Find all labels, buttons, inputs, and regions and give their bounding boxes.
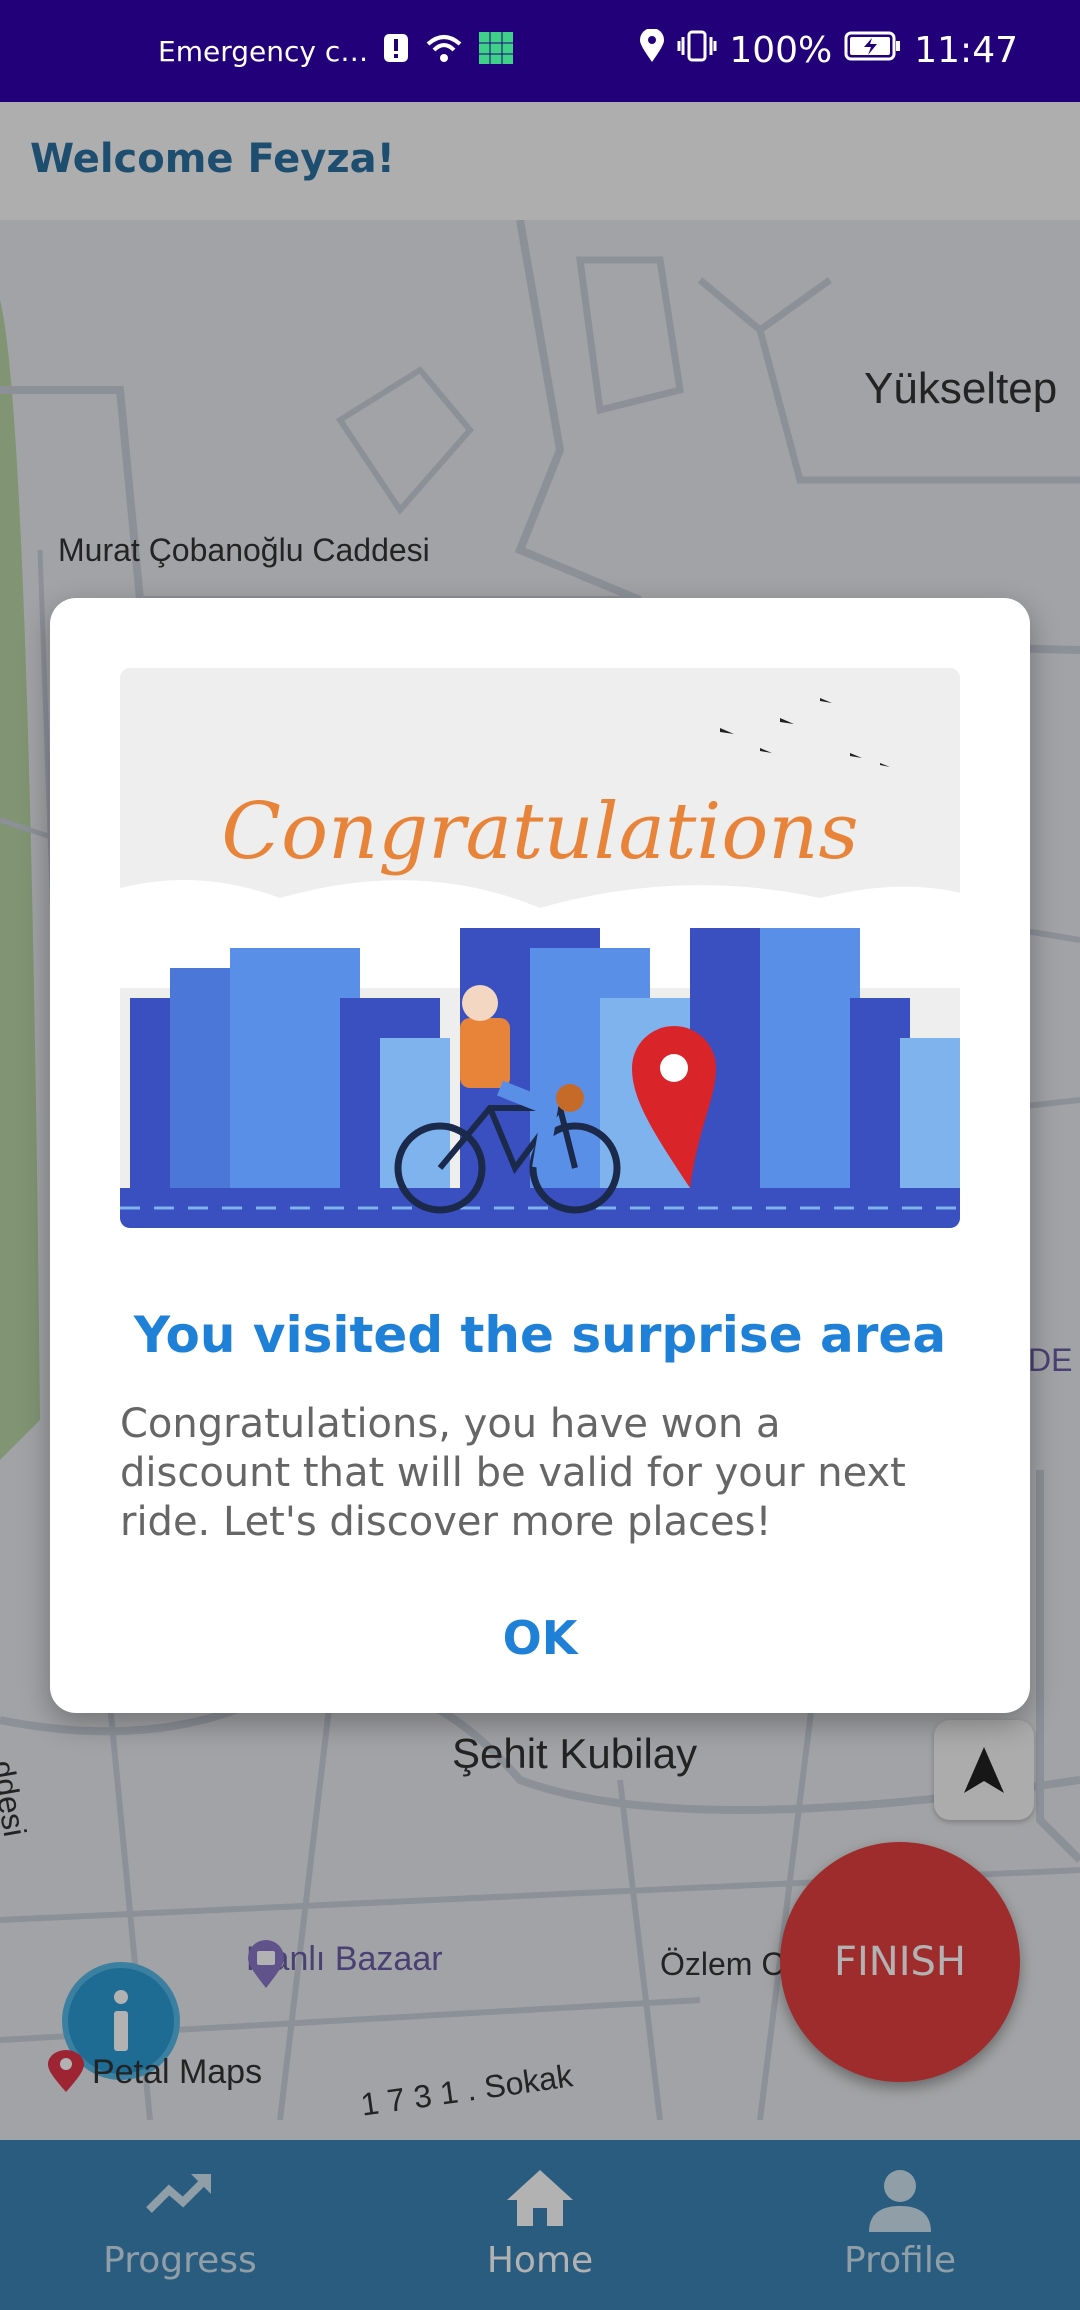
app-header: Welcome Feyza! <box>0 102 1080 220</box>
shopping-bag-icon <box>248 1940 284 1988</box>
welcome-title: Welcome Feyza! <box>30 136 395 182</box>
map-attribution: Petal Maps <box>46 2050 262 2094</box>
finish-button[interactable]: FINISH <box>780 1842 1020 2082</box>
nav-label: Home <box>486 2240 594 2281</box>
trending-up-icon <box>146 2174 211 2213</box>
map-poi-label: Hanlı Bazaar <box>246 1940 443 1988</box>
surprise-dialog: Congratulations You visited the surprise… <box>50 598 1030 1713</box>
nav-label: Profile <box>844 2240 956 2281</box>
location-icon <box>639 27 665 72</box>
dialog-message: Congratulations, you have won a discount… <box>120 1401 906 1545</box>
nav-item-home[interactable]: Home <box>410 2140 670 2310</box>
wifi-icon <box>424 32 464 71</box>
nav-label: Progress <box>103 2240 257 2281</box>
person-icon <box>869 2170 931 2232</box>
dialog-title: You visited the surprise area <box>133 1306 947 1364</box>
battery-percent: 100% <box>729 29 833 71</box>
nav-item-progress[interactable]: Progress <box>50 2140 310 2310</box>
status-bar: Emergency c… 100% 11:47 <box>0 0 1080 102</box>
sim-icon <box>478 31 514 72</box>
clock: 11:47 <box>914 29 1018 71</box>
vibrate-icon <box>677 29 717 72</box>
illustration-caption: Congratulations <box>221 787 858 877</box>
home-icon <box>507 2170 573 2226</box>
info-icon <box>114 1990 128 2051</box>
map-label-district: Şehit Kubilay <box>452 1730 698 1777</box>
my-location-button[interactable] <box>934 1720 1034 1820</box>
battery-icon <box>844 30 902 71</box>
ok-button[interactable]: OK <box>440 1588 640 1688</box>
alert-icon <box>382 32 410 71</box>
bottom-nav: Progress Home Profile <box>0 2140 1080 2310</box>
nav-item-profile[interactable]: Profile <box>770 2140 1030 2310</box>
map-label-district: Yükseltep <box>864 364 1058 413</box>
map-label-street: Murat Çobanoğlu Caddesi <box>58 532 430 568</box>
map-label-fragment: DE <box>1028 1342 1073 1378</box>
petal-maps-logo-icon <box>48 2050 84 2092</box>
navigation-arrow-icon <box>964 1747 1004 1793</box>
map-label-place: Özlem C <box>660 1946 785 1982</box>
congratulations-illustration: Congratulations <box>120 668 960 1228</box>
carrier-label: Emergency c… <box>158 34 369 68</box>
